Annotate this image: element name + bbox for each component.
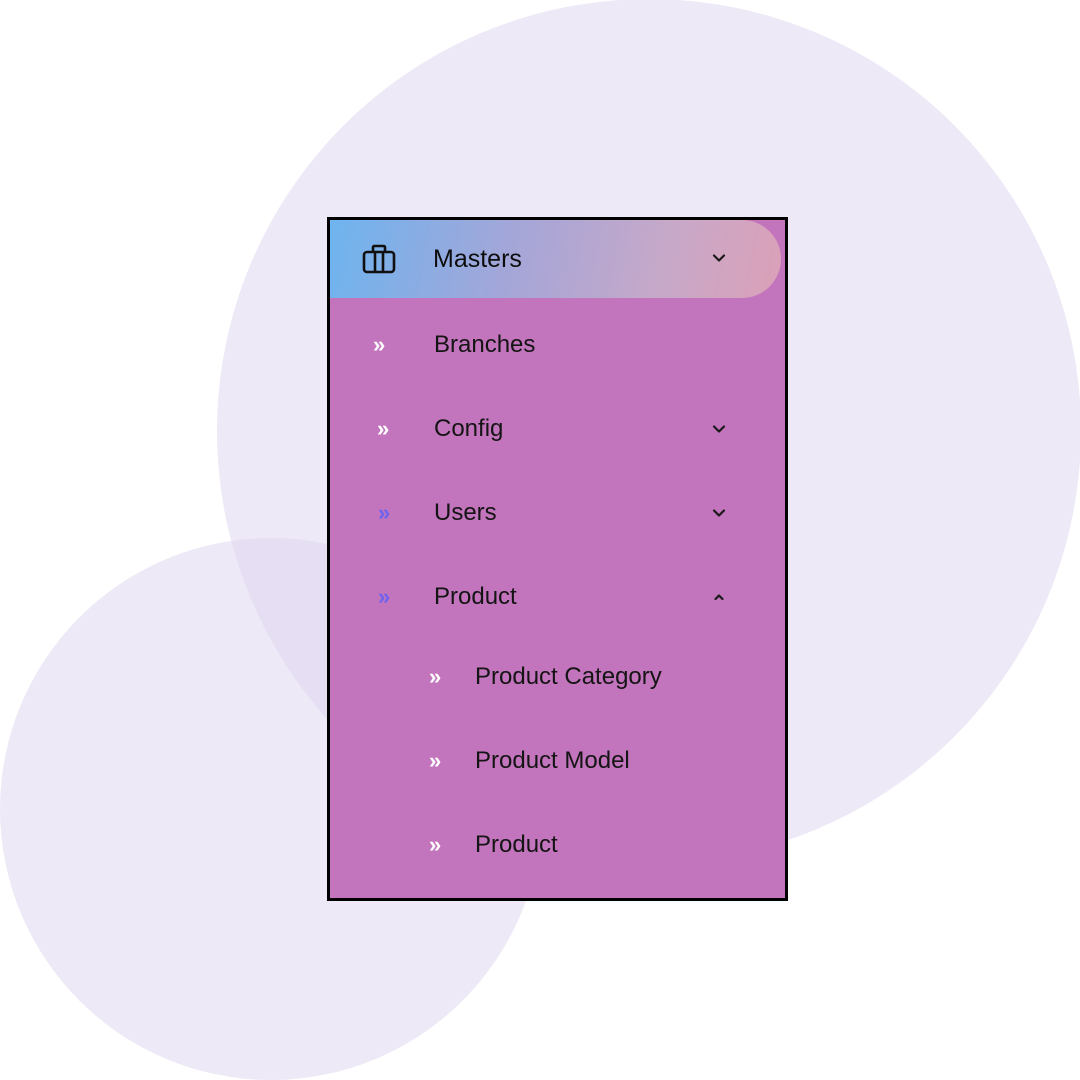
sidebar-subitem-product-model[interactable]: » Product Model	[330, 746, 785, 806]
sidebar-item-label: Users	[434, 499, 497, 526]
sidebar-item-branches[interactable]: » Branches	[330, 330, 785, 390]
chevron-down-icon[interactable]	[710, 504, 728, 522]
briefcase-icon	[362, 244, 396, 274]
sidebar-subitem-label: Product Model	[475, 747, 630, 774]
double-chevron-right-icon: »	[373, 332, 386, 357]
masters-title: Masters	[433, 245, 522, 273]
sidebar-item-label: Config	[434, 415, 504, 442]
double-chevron-right-icon: »	[378, 584, 391, 609]
sidebar-subitem-label: Product	[475, 831, 558, 858]
masters-menu-header[interactable]: Masters	[330, 220, 781, 298]
double-chevron-right-icon: »	[429, 664, 442, 689]
double-chevron-right-icon: »	[429, 832, 442, 857]
sidebar-item-label: Product	[434, 583, 517, 610]
chevron-up-icon[interactable]	[710, 588, 728, 606]
chevron-down-icon[interactable]	[710, 420, 728, 438]
chevron-down-icon[interactable]	[710, 249, 728, 267]
masters-menu: Masters » Branches » Config » Users » Pr…	[327, 217, 788, 901]
double-chevron-right-icon: »	[377, 416, 390, 441]
sidebar-item-product[interactable]: » Product	[330, 582, 785, 642]
sidebar-item-users[interactable]: » Users	[330, 498, 785, 558]
sidebar-subitem-label: Product Category	[475, 663, 662, 690]
sidebar-subitem-product-category[interactable]: » Product Category	[330, 662, 785, 722]
sidebar-subitem-product[interactable]: » Product	[330, 830, 785, 890]
sidebar-item-config[interactable]: » Config	[330, 414, 785, 474]
sidebar-item-label: Branches	[434, 331, 536, 358]
double-chevron-right-icon: »	[429, 748, 442, 773]
double-chevron-right-icon: »	[378, 500, 391, 525]
